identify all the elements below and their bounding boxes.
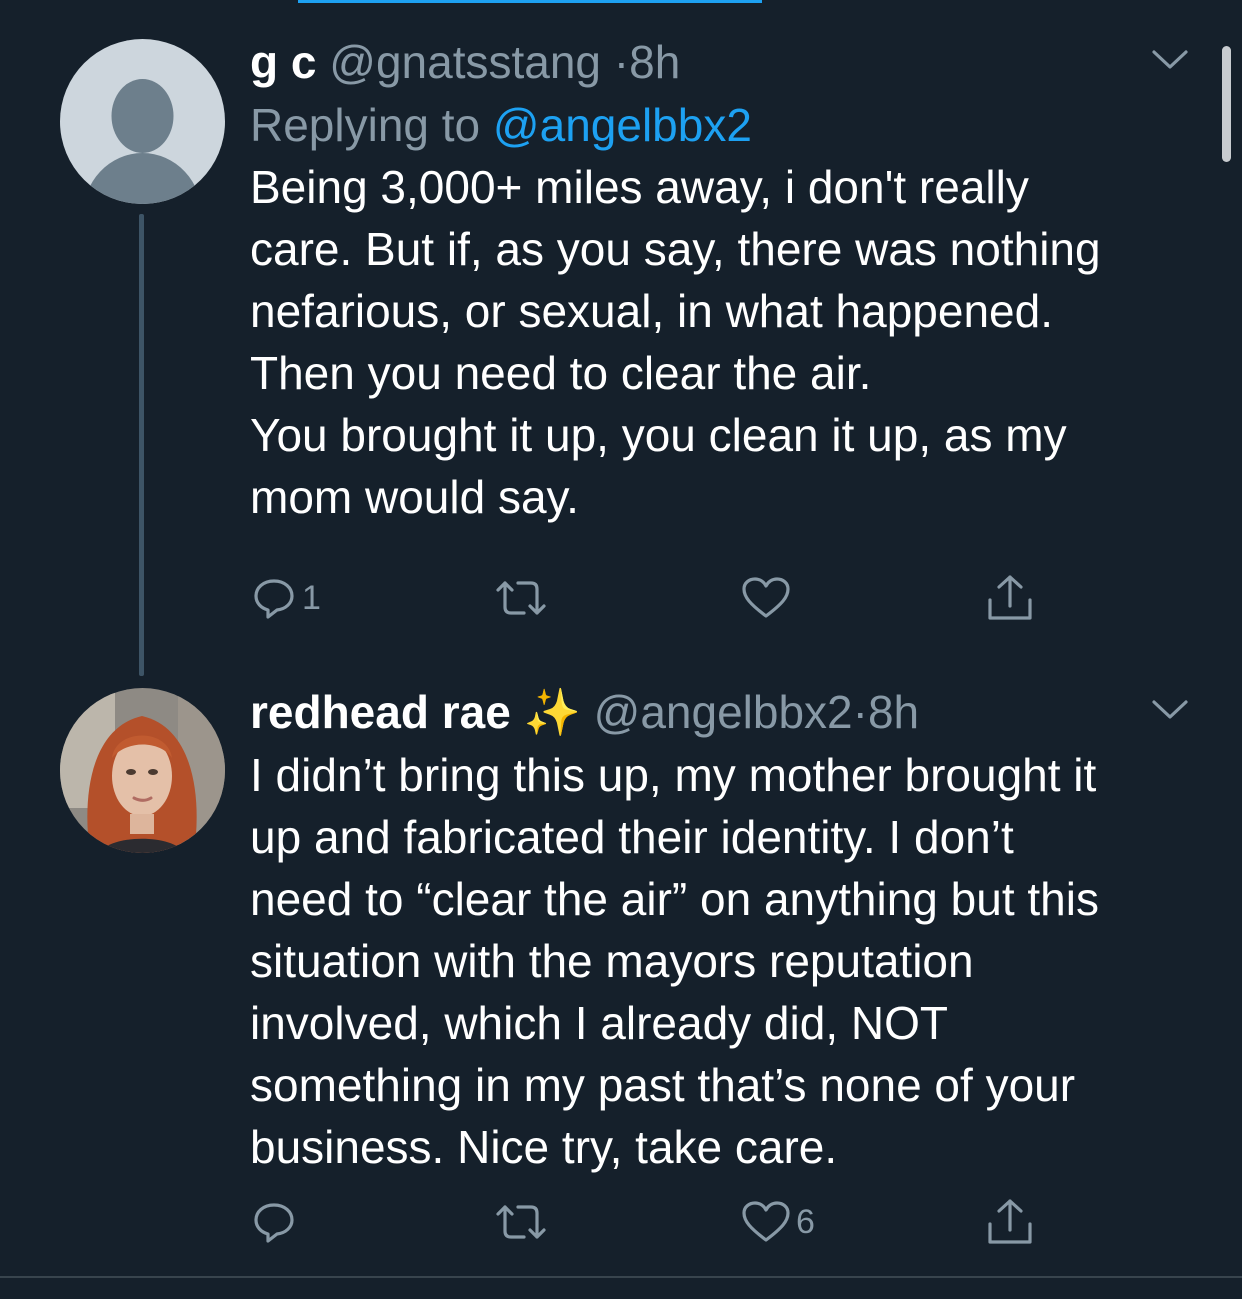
display-name[interactable]: redhead rae [250,686,511,738]
tweet-text-line: I didn’t bring this up, my mother brough… [250,749,1097,801]
tweet-text: I didn’t bring this up, my mother brough… [250,744,1182,1178]
reply-icon [254,1203,294,1243]
share-button[interactable] [984,568,1036,628]
reply-icon [254,579,294,619]
like-count: 6 [796,1202,815,1241]
tweet-header: g c @gnatsstang ·8h [250,30,1182,94]
replying-to-mention[interactable]: @angelbbx2 [493,99,752,151]
avatar[interactable] [60,39,225,204]
tweet-text-line: up and fabricated their identity. I don’… [250,811,1014,863]
tweet-gnatsstang[interactable]: g c @gnatsstang ·8h Replying to @angelbb… [0,0,1242,676]
retweet-button[interactable] [492,1192,554,1252]
heart-icon [742,1201,790,1242]
retweet-icon [496,1205,546,1239]
tweet-text-line: business. Nice try, take care. [250,1121,838,1173]
tweet-text-line: situation with the mayors reputation [250,935,974,987]
reply-count: 1 [302,578,321,617]
tweet-text-line: something in my past that’s none of your [250,1059,1076,1111]
heart-icon [742,577,790,618]
tweet-text-line: care. But if, as you say, there was noth… [250,223,1101,275]
user-handle[interactable]: @gnatsstang [329,36,601,88]
replying-to-line: Replying to @angelbbx2 [250,94,1182,156]
display-name[interactable]: g c [250,36,316,88]
tweet-text-line: You brought it up, you clean it up, as m… [250,409,1067,461]
replying-to-label: Replying to [250,99,481,151]
reply-button[interactable] [250,1192,302,1252]
share-icon [988,1199,1032,1244]
tweet-text-line: mom would say. [250,471,579,523]
tweet-divider [0,1276,1242,1278]
tweet-text: Being 3,000+ miles away, i don't really … [250,156,1182,528]
share-icon [988,575,1032,620]
retweet-button[interactable] [492,568,554,628]
tweet-text-line: nefarious, or sexual, in what happened. [250,285,1053,337]
like-button[interactable]: 6 [740,1192,815,1252]
profile-photo [60,688,225,853]
tweet-timestamp[interactable]: 8h [629,36,680,88]
user-handle[interactable]: @angelbbx2 [594,686,853,738]
tweet-angelbbx2[interactable]: redhead rae ✨ @angelbbx2·8h I didn’t bri… [0,670,1242,1276]
like-button[interactable] [740,568,796,628]
tweet-content: redhead rae ✨ @angelbbx2·8h I didn’t bri… [250,680,1182,1178]
reply-button[interactable]: 1 [250,568,321,628]
tweet-timestamp[interactable]: 8h [868,686,919,738]
tweet-text-line: involved, which I already did, NOT [250,997,948,1049]
tweet-content: g c @gnatsstang ·8h Replying to @angelbb… [250,30,1182,528]
share-button[interactable] [984,1192,1036,1252]
sparkles-emoji: ✨ [523,686,581,738]
tweet-actions: 6 [250,1192,1050,1252]
separator-dot: · [852,686,868,738]
tweet-text-line: Being 3,000+ miles away, i don't really [250,161,1029,213]
tweet-text-line: Then you need to clear the air. [250,347,872,399]
tweet-text-line: need to “clear the air” on anything but … [250,873,1099,925]
separator-dot: · [613,36,630,88]
avatar[interactable] [60,688,225,853]
tweet-header: redhead rae ✨ @angelbbx2·8h [250,680,1182,744]
default-profile-icon [60,39,225,204]
tweet-actions: 1 [250,568,1050,628]
chevron-down-icon[interactable] [1150,697,1190,723]
thread-connector-line [139,214,144,676]
chevron-down-icon[interactable] [1150,47,1190,73]
retweet-icon [496,581,546,615]
